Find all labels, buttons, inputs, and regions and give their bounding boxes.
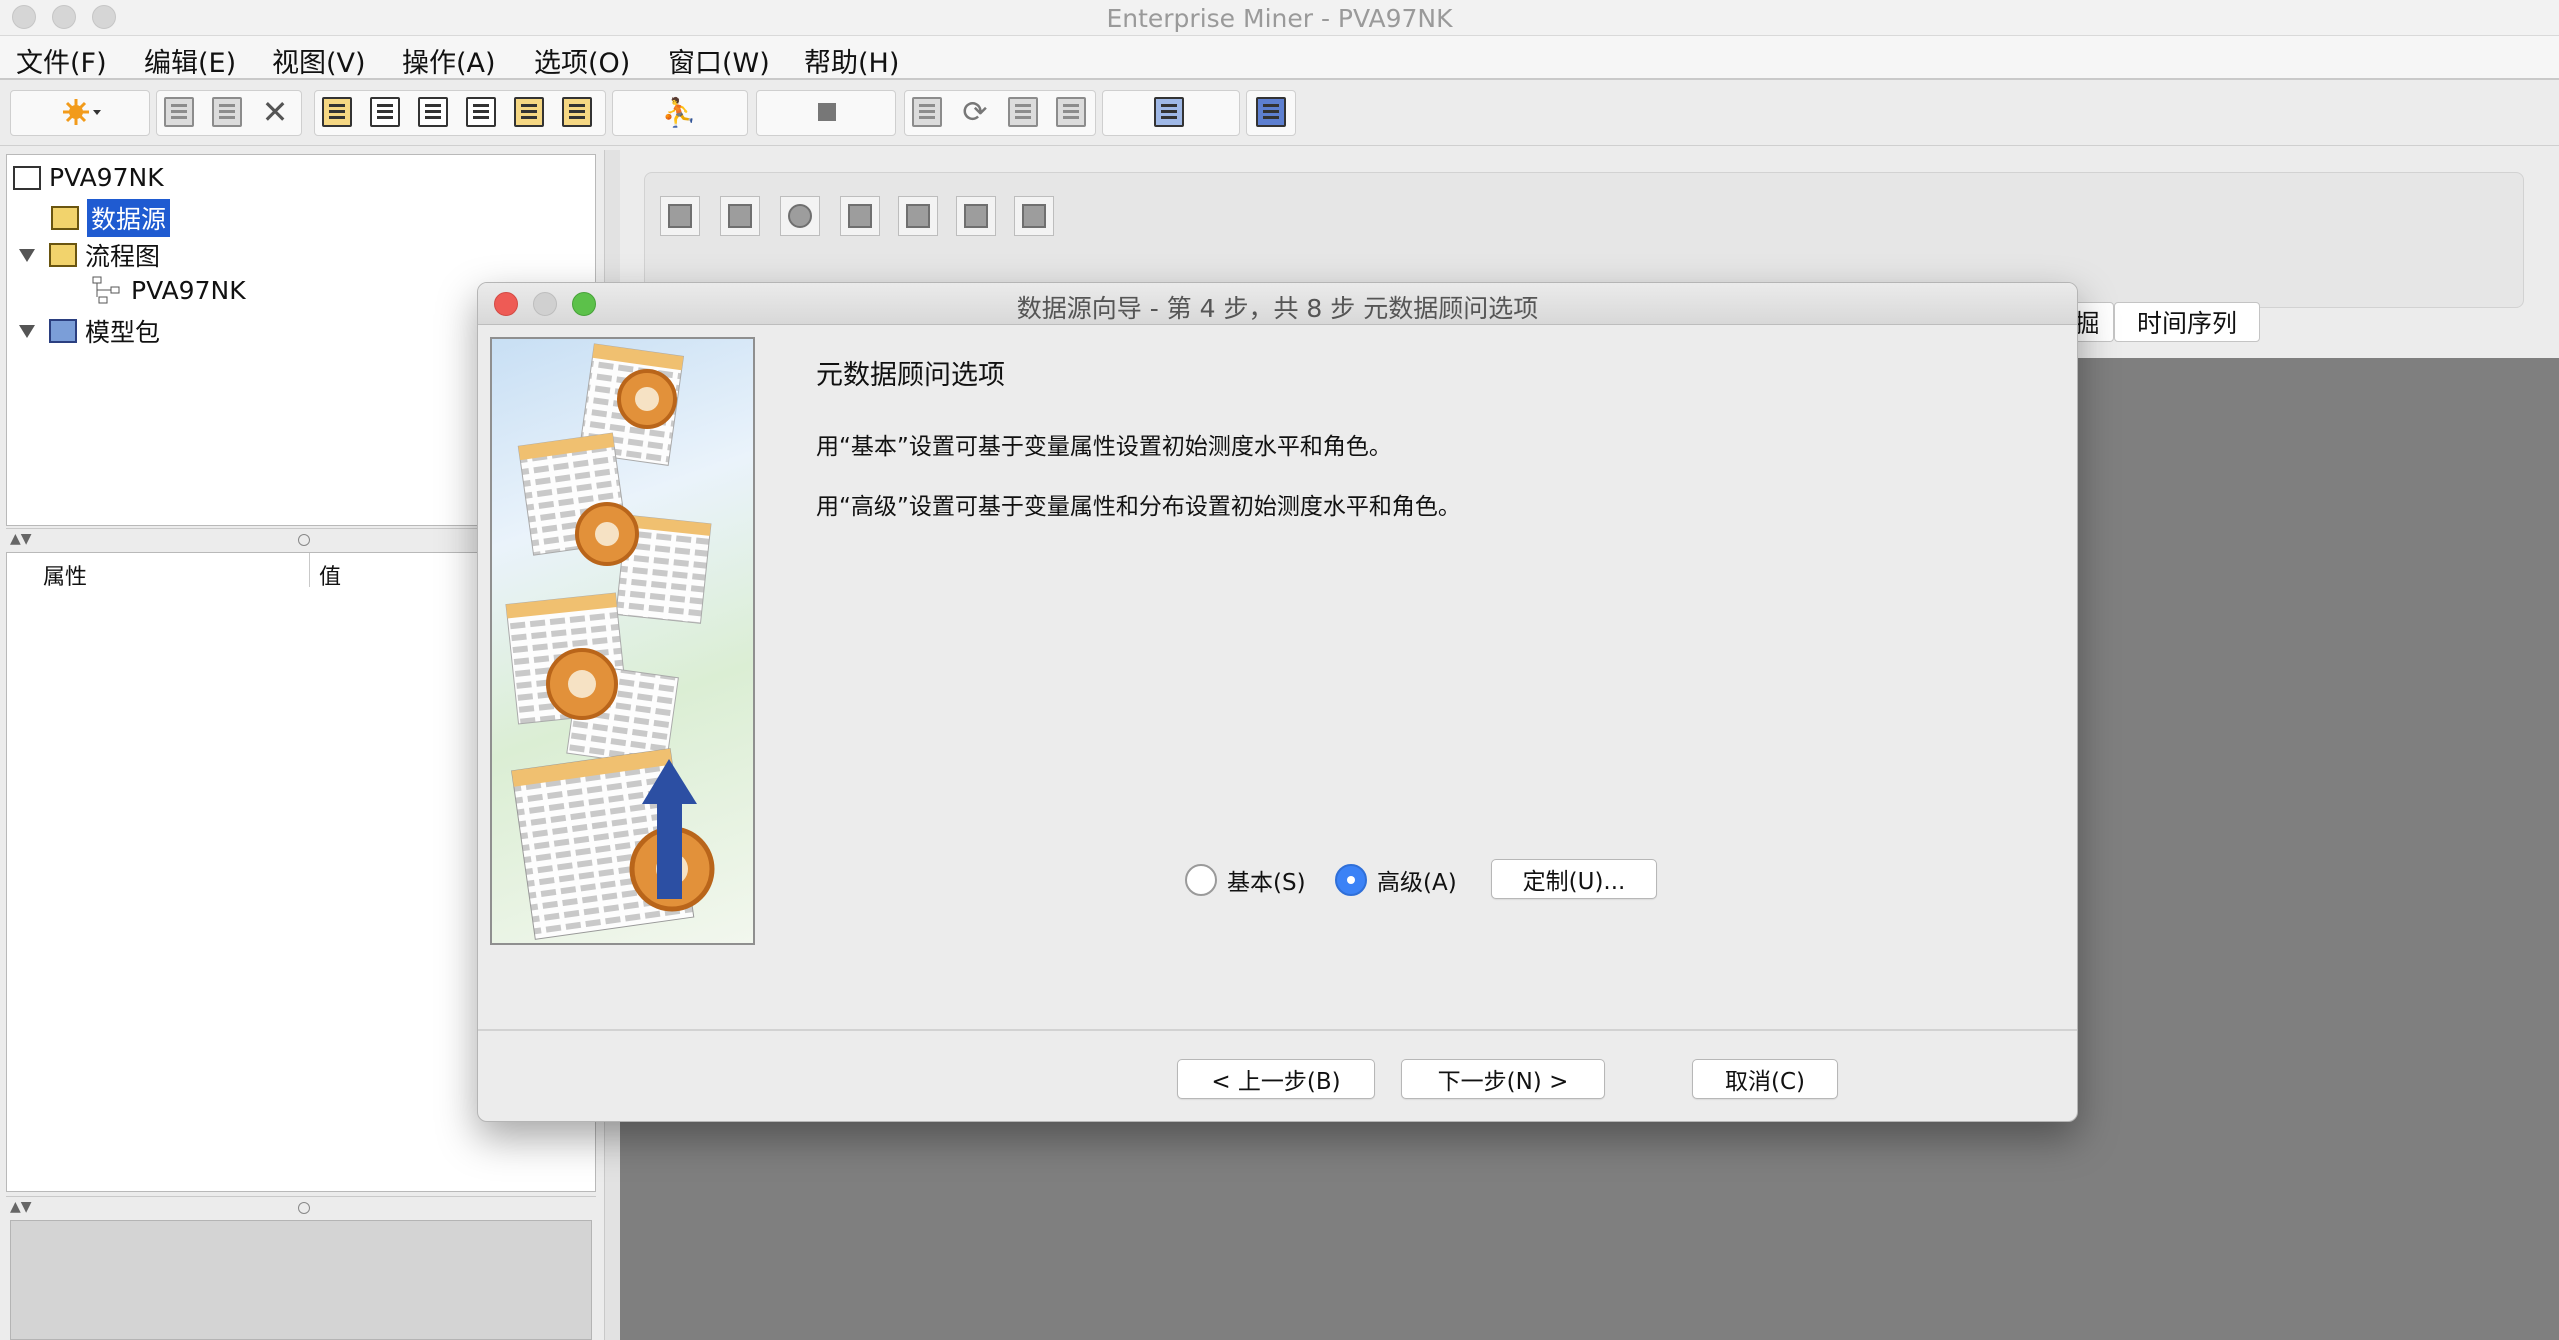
dialog-heading: 元数据顾问选项 <box>816 360 1005 391</box>
splitter-handle-icon[interactable] <box>298 534 310 546</box>
panel-splitter-lower[interactable]: ▲▼ <box>6 1196 596 1218</box>
column-divider <box>309 553 310 587</box>
splitter-handle-icon[interactable] <box>298 1202 310 1214</box>
next-button[interactable]: 下一步(N) > <box>1401 1059 1605 1099</box>
tree-item-label: 流程图 <box>85 242 161 271</box>
report-icon[interactable] <box>1052 92 1090 132</box>
menu-window[interactable]: 窗口(W) <box>668 41 770 80</box>
refresh-icon[interactable]: ⟳ <box>956 92 994 132</box>
layout-icon[interactable] <box>1004 92 1042 132</box>
help-book-icon[interactable] <box>1252 92 1290 132</box>
tree-item-label: 模型包 <box>85 318 161 347</box>
radio-basic-circle[interactable] <box>1185 864 1217 896</box>
open-icon[interactable] <box>1150 92 1188 132</box>
menu-edit[interactable]: 编辑(E) <box>144 41 236 80</box>
data-source-icon <box>51 206 79 230</box>
diagram-folder-icon <box>49 243 77 267</box>
copy-icon[interactable] <box>160 92 198 132</box>
stop-icon[interactable] <box>808 92 846 132</box>
tree-item-diagrams[interactable]: 流程图 <box>19 237 160 273</box>
help-panel <box>10 1220 592 1340</box>
node-file-import-icon[interactable] <box>1014 196 1054 236</box>
tree-root[interactable]: PVA97NK <box>13 163 164 192</box>
window-title: Enterprise Miner - PVA97NK <box>1106 4 1453 33</box>
tree-item-label: 数据源 <box>87 199 171 237</box>
menu-bar: 文件(F) 编辑(E) 视图(V) 操作(A) 选项(O) 窗口(W) 帮助(H… <box>0 36 2559 80</box>
expand-arrow-icon[interactable] <box>19 248 35 262</box>
results-icon[interactable] <box>908 92 946 132</box>
basic-description: 用“基本”设置可基于变量属性设置初始测度水平和角色。 <box>816 434 1392 460</box>
value-column-header: 值 <box>319 565 342 590</box>
menu-options[interactable]: 选项(O) <box>534 41 630 80</box>
node-merge-icon[interactable] <box>840 196 880 236</box>
folder-icon[interactable] <box>558 92 596 132</box>
node-partition-icon[interactable] <box>720 196 760 236</box>
paste-icon[interactable] <box>208 92 246 132</box>
tree-item-diagram-pva97nk[interactable]: PVA97NK <box>91 275 246 305</box>
new-icon[interactable] <box>52 92 112 132</box>
radio-advanced[interactable]: 高级(A) <box>1335 863 1457 897</box>
menu-actions[interactable]: 操作(A) <box>402 41 496 80</box>
node-time-icon[interactable] <box>956 196 996 236</box>
splitter-arrows-icon[interactable]: ▲▼ <box>10 1199 32 1215</box>
radio-advanced-circle[interactable] <box>1335 864 1367 896</box>
notes-icon[interactable] <box>462 92 500 132</box>
node-filter-icon[interactable] <box>780 196 820 236</box>
flow-diagram-icon <box>91 275 123 305</box>
radio-basic-label: 基本(S) <box>1227 870 1306 896</box>
menu-file[interactable]: 文件(F) <box>16 41 107 80</box>
tree-item-label: PVA97NK <box>131 275 246 305</box>
data-source-wizard-dialog: 数据源向导 - 第 4 步，共 8 步 元数据顾问选项 元数据顾问选项 用“基本… <box>477 282 2078 1122</box>
splitter-arrows-icon[interactable]: ▲▼ <box>10 531 32 547</box>
tree-item-model-packages[interactable]: 模型包 <box>19 313 160 349</box>
model-package-icon <box>49 319 77 343</box>
tab-time-series[interactable]: 时间序列 <box>2114 302 2260 342</box>
properties-icon[interactable] <box>318 92 356 132</box>
advanced-description: 用“高级”设置可基于变量属性和分布设置初始测度水平和角色。 <box>816 494 1461 520</box>
search-icon[interactable] <box>510 92 548 132</box>
diagram-icon[interactable] <box>366 92 404 132</box>
dialog-title: 数据源向导 - 第 4 步，共 8 步 元数据顾问选项 <box>1016 294 1539 323</box>
menu-help[interactable]: 帮助(H) <box>804 41 899 80</box>
menu-view[interactable]: 视图(V) <box>272 41 366 80</box>
node-append-icon[interactable] <box>898 196 938 236</box>
run-icon[interactable]: ⛹ <box>660 92 698 132</box>
wizard-illustration <box>490 337 755 945</box>
back-button[interactable]: < 上一步(B) <box>1177 1059 1375 1099</box>
customize-button[interactable]: 定制(U)... <box>1491 859 1657 899</box>
property-column-header: 属性 <box>43 565 88 590</box>
tree-root-label: PVA97NK <box>49 163 164 192</box>
delete-icon[interactable]: ✕ <box>256 92 294 132</box>
explore-icon[interactable] <box>414 92 452 132</box>
window-titlebar: Enterprise Miner - PVA97NK <box>0 0 2559 36</box>
tree-item-data-sources[interactable]: 数据源 <box>51 199 171 237</box>
cancel-button[interactable]: 取消(C) <box>1692 1059 1838 1099</box>
dialog-titlebar: 数据源向导 - 第 4 步，共 8 步 元数据顾问选项 <box>478 283 2077 325</box>
toolbar: ✕ ⛹ ⟳ <box>0 82 2559 146</box>
project-icon <box>13 165 41 190</box>
node-sample-icon[interactable] <box>660 196 700 236</box>
expand-arrow-icon[interactable] <box>19 324 35 338</box>
radio-basic[interactable]: 基本(S) <box>1185 863 1306 897</box>
radio-advanced-label: 高级(A) <box>1377 870 1457 896</box>
dialog-divider <box>478 1029 2077 1031</box>
